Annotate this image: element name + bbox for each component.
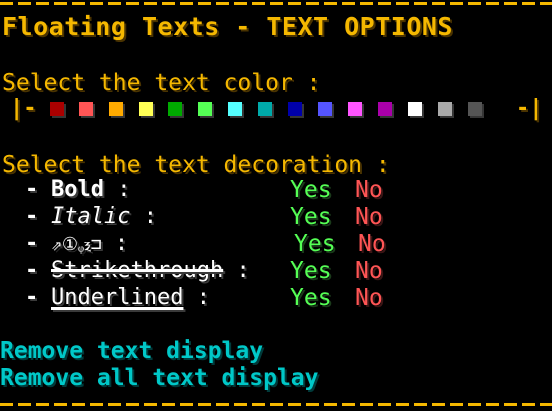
decoration-section-label: Select the text decoration : <box>2 152 390 178</box>
row-colon: : <box>114 231 129 256</box>
swatch-dark-purple[interactable] <box>378 102 392 116</box>
underlined-label: Underlined <box>51 285 184 310</box>
italic-label: Italic <box>51 204 131 229</box>
swatch-green[interactable] <box>198 102 212 116</box>
swatch-dark-red[interactable] <box>50 102 64 116</box>
palette-right-bracket: -| <box>516 96 543 121</box>
strikethrough-label: Strikethrough <box>51 258 224 283</box>
bottom-border <box>0 403 552 406</box>
decoration-row-underlined: - Underlined : <box>25 285 210 311</box>
underlined-yes-button[interactable]: Yes <box>290 285 332 311</box>
swatch-dark-gray[interactable] <box>468 102 482 116</box>
decoration-row-obfuscated: - ⇗①ᵩⲝ⊐ : <box>25 231 128 257</box>
row-dash: - <box>25 231 39 256</box>
row-dash: - <box>25 285 39 310</box>
strikethrough-yes-button[interactable]: Yes <box>290 258 332 284</box>
row-dash: - <box>25 258 39 283</box>
palette-left-bracket: |- <box>10 96 37 121</box>
swatch-gray[interactable] <box>438 102 452 116</box>
row-colon: : <box>117 177 131 202</box>
swatch-blue[interactable] <box>318 102 332 116</box>
swatch-red[interactable] <box>79 102 93 116</box>
row-dash: - <box>25 204 39 229</box>
row-colon: : <box>196 285 210 310</box>
swatch-white[interactable] <box>408 102 422 116</box>
bold-no-button[interactable]: No <box>355 177 383 203</box>
row-dash: - <box>25 177 39 202</box>
swatch-yellow[interactable] <box>139 102 153 116</box>
strikethrough-no-button[interactable]: No <box>355 258 383 284</box>
swatch-dark-aqua[interactable] <box>258 102 272 116</box>
remove-all-text-display-button[interactable]: Remove all text display <box>0 365 319 391</box>
italic-yes-button[interactable]: Yes <box>290 204 332 230</box>
decoration-row-strikethrough: - Strikethrough : <box>25 258 250 284</box>
swatch-aqua[interactable] <box>228 102 242 116</box>
color-section-label: Select the text color : <box>2 70 321 96</box>
obfuscated-label: ⇗①ᵩⲝ⊐ <box>51 234 102 255</box>
bold-label: Bold <box>51 177 104 202</box>
row-colon: : <box>143 204 157 229</box>
decoration-row-bold: - Bold : <box>25 177 130 203</box>
page-title: Floating Texts - TEXT OPTIONS <box>2 12 453 41</box>
italic-no-button[interactable]: No <box>355 204 383 230</box>
color-palette: |- -| <box>0 95 552 123</box>
swatch-gold[interactable] <box>109 102 123 116</box>
obfuscated-yes-button[interactable]: Yes <box>294 231 336 257</box>
decoration-row-italic: - Italic : <box>25 204 157 230</box>
top-border <box>0 2 552 5</box>
swatch-light-purple[interactable] <box>348 102 362 116</box>
swatch-dark-green[interactable] <box>168 102 182 116</box>
bold-yes-button[interactable]: Yes <box>290 177 332 203</box>
row-colon: : <box>236 258 250 283</box>
obfuscated-no-button[interactable]: No <box>358 231 386 257</box>
underlined-no-button[interactable]: No <box>355 285 383 311</box>
swatch-dark-blue[interactable] <box>288 102 302 116</box>
remove-text-display-button[interactable]: Remove text display <box>0 338 263 364</box>
